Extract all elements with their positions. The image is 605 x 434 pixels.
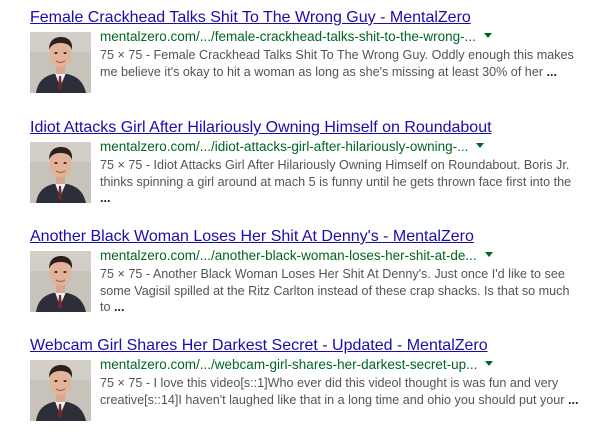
- search-result: Another Black Woman Loses Her Shit At De…: [30, 227, 605, 319]
- snippet-text: 75 × 75 - Female Crackhead Talks Shit To…: [100, 48, 574, 79]
- snippet-text: 75 × 75 - Another Black Woman Loses Her …: [100, 267, 570, 315]
- result-body: mentalzero.com/.../female-crackhead-talk…: [30, 28, 605, 100]
- result-title-link[interactable]: Female Crackhead Talks Shit To The Wrong…: [30, 8, 605, 28]
- result-body: mentalzero.com/.../idiot-attacks-girl-af…: [30, 138, 605, 210]
- result-url[interactable]: mentalzero.com/.../webcam-girl-shares-he…: [100, 357, 477, 372]
- dropdown-arrow-icon[interactable]: [476, 142, 485, 148]
- dropdown-arrow-icon[interactable]: [483, 32, 492, 38]
- result-url[interactable]: mentalzero.com/.../idiot-attacks-girl-af…: [100, 139, 468, 154]
- snippet-text: 75 × 75 - Idiot Attacks Girl After Hilar…: [100, 158, 572, 189]
- search-result: Female Crackhead Talks Shit To The Wrong…: [30, 8, 605, 100]
- dropdown-arrow-icon[interactable]: [484, 251, 493, 257]
- result-thumbnail[interactable]: [30, 251, 91, 312]
- result-url[interactable]: mentalzero.com/.../another-black-woman-l…: [100, 248, 477, 263]
- snippet-ellipsis: ...: [114, 300, 125, 315]
- result-title-link[interactable]: Another Black Woman Loses Her Shit At De…: [30, 227, 605, 247]
- result-url-line: mentalzero.com/.../webcam-girl-shares-he…: [100, 356, 494, 374]
- search-result: Webcam Girl Shares Her Darkest Secret - …: [30, 336, 605, 428]
- snippet-text: 75 × 75 - I love this video[s::1]Who eve…: [100, 376, 565, 407]
- result-url-line: mentalzero.com/.../another-black-woman-l…: [100, 247, 493, 265]
- snippet-ellipsis: ...: [100, 191, 111, 206]
- result-url-line: mentalzero.com/.../female-crackhead-talk…: [100, 28, 492, 46]
- snippet-ellipsis: ...: [546, 64, 558, 79]
- search-result: Idiot Attacks Girl After Hilariously Own…: [30, 118, 605, 210]
- dropdown-arrow-icon[interactable]: [485, 360, 494, 366]
- result-snippet: 75 × 75 - Another Black Woman Loses Her …: [100, 266, 580, 316]
- result-thumbnail[interactable]: [30, 32, 91, 93]
- result-body: mentalzero.com/.../webcam-girl-shares-he…: [30, 356, 605, 428]
- snippet-ellipsis: ...: [567, 392, 579, 407]
- result-thumbnail[interactable]: [30, 142, 91, 203]
- result-snippet: 75 × 75 - Female Crackhead Talks Shit To…: [100, 47, 580, 80]
- result-title-link[interactable]: Webcam Girl Shares Her Darkest Secret - …: [30, 336, 605, 356]
- result-snippet: 75 × 75 - I love this video[s::1]Who eve…: [100, 375, 580, 408]
- result-url[interactable]: mentalzero.com/.../female-crackhead-talk…: [100, 29, 476, 44]
- result-thumbnail[interactable]: [30, 360, 91, 421]
- result-snippet: 75 × 75 - Idiot Attacks Girl After Hilar…: [100, 157, 580, 207]
- result-title-link[interactable]: Idiot Attacks Girl After Hilariously Own…: [30, 118, 605, 138]
- result-url-line: mentalzero.com/.../idiot-attacks-girl-af…: [100, 138, 485, 156]
- result-body: mentalzero.com/.../another-black-woman-l…: [30, 247, 605, 319]
